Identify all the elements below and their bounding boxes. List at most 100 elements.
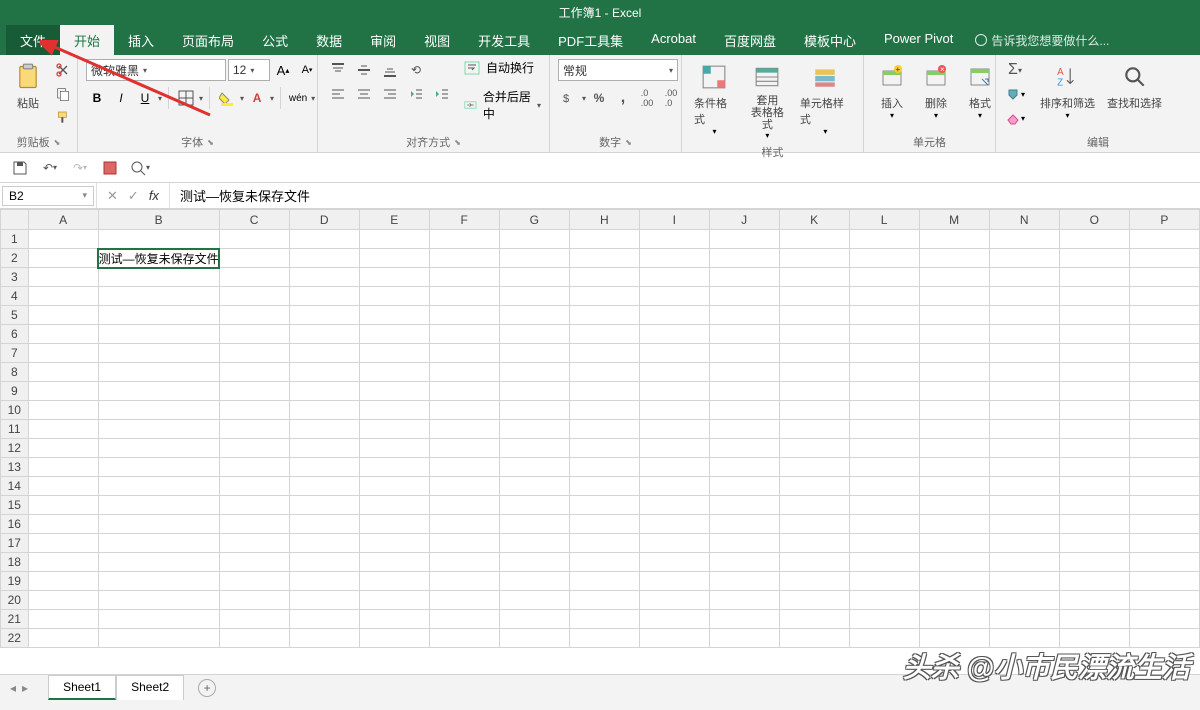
cell-I19[interactable] [639, 572, 709, 591]
cell-O15[interactable] [1059, 496, 1129, 515]
cell-F11[interactable] [429, 420, 499, 439]
cell-F9[interactable] [429, 382, 499, 401]
cell-F14[interactable] [429, 477, 499, 496]
cell-L18[interactable] [849, 553, 919, 572]
cell-E16[interactable] [359, 515, 429, 534]
cell-A11[interactable] [28, 420, 98, 439]
row-header-13[interactable]: 13 [1, 458, 29, 477]
delete-cells-button[interactable]: ×删除▾ [916, 59, 956, 122]
tab-Power Pivot[interactable]: Power Pivot [870, 25, 967, 56]
cell-D15[interactable] [289, 496, 359, 515]
cell-J22[interactable] [709, 629, 779, 648]
cell-B5[interactable] [98, 306, 219, 325]
cell-N5[interactable] [989, 306, 1059, 325]
row-header-8[interactable]: 8 [1, 363, 29, 382]
col-header-J[interactable]: J [709, 210, 779, 230]
dialog-launcher-icon[interactable]: ⬊ [54, 138, 61, 147]
cell-I1[interactable] [639, 230, 709, 249]
cell-C12[interactable] [219, 439, 289, 458]
formula-input[interactable]: 测试—恢复未保存文件 [170, 186, 1200, 205]
row-header-2[interactable]: 2 [1, 249, 29, 268]
cell-F16[interactable] [429, 515, 499, 534]
cell-M9[interactable] [919, 382, 989, 401]
cell-A17[interactable] [28, 534, 98, 553]
cell-G20[interactable] [499, 591, 569, 610]
col-header-E[interactable]: E [359, 210, 429, 230]
cell-K13[interactable] [779, 458, 849, 477]
cell-B9[interactable] [98, 382, 219, 401]
cell-G13[interactable] [499, 458, 569, 477]
cell-O14[interactable] [1059, 477, 1129, 496]
cell-P14[interactable] [1129, 477, 1199, 496]
cell-C10[interactable] [219, 401, 289, 420]
tab-插入[interactable]: 插入 [114, 25, 168, 56]
cell-D7[interactable] [289, 344, 359, 363]
cell-I15[interactable] [639, 496, 709, 515]
cell-N2[interactable] [989, 249, 1059, 268]
cell-H21[interactable] [569, 610, 639, 629]
cell-M5[interactable] [919, 306, 989, 325]
cell-M6[interactable] [919, 325, 989, 344]
col-header-K[interactable]: K [779, 210, 849, 230]
align-top-button[interactable] [326, 59, 350, 81]
row-header-15[interactable]: 15 [1, 496, 29, 515]
spreadsheet-grid[interactable]: ABCDEFGHIJKLMNOP12测试—恢复未保存文件345678910111… [0, 209, 1200, 674]
cell-M3[interactable] [919, 268, 989, 287]
dialog-launcher-icon[interactable]: ⬊ [625, 138, 632, 147]
cell-J10[interactable] [709, 401, 779, 420]
cell-E14[interactable] [359, 477, 429, 496]
cell-L6[interactable] [849, 325, 919, 344]
cell-D4[interactable] [289, 287, 359, 306]
cell-G7[interactable] [499, 344, 569, 363]
cell-K22[interactable] [779, 629, 849, 648]
cell-B3[interactable] [98, 268, 219, 287]
cell-L11[interactable] [849, 420, 919, 439]
cell-G11[interactable] [499, 420, 569, 439]
cell-O9[interactable] [1059, 382, 1129, 401]
italic-button[interactable]: I [110, 87, 132, 109]
cell-H5[interactable] [569, 306, 639, 325]
cell-E10[interactable] [359, 401, 429, 420]
cell-M21[interactable] [919, 610, 989, 629]
cell-N21[interactable] [989, 610, 1059, 629]
cell-G14[interactable] [499, 477, 569, 496]
cell-C6[interactable] [219, 325, 289, 344]
cell-A7[interactable] [28, 344, 98, 363]
cell-K20[interactable] [779, 591, 849, 610]
cell-K15[interactable] [779, 496, 849, 515]
cell-B21[interactable] [98, 610, 219, 629]
cell-B18[interactable] [98, 553, 219, 572]
cell-D17[interactable] [289, 534, 359, 553]
cell-K8[interactable] [779, 363, 849, 382]
fill-color-button[interactable] [216, 87, 238, 109]
cell-A22[interactable] [28, 629, 98, 648]
cell-N8[interactable] [989, 363, 1059, 382]
cell-G16[interactable] [499, 515, 569, 534]
col-header-N[interactable]: N [989, 210, 1059, 230]
cell-O11[interactable] [1059, 420, 1129, 439]
cell-D8[interactable] [289, 363, 359, 382]
cell-A6[interactable] [28, 325, 98, 344]
row-header-19[interactable]: 19 [1, 572, 29, 591]
cell-I4[interactable] [639, 287, 709, 306]
cell-F5[interactable] [429, 306, 499, 325]
cell-K3[interactable] [779, 268, 849, 287]
fx-button[interactable]: fx [149, 188, 159, 203]
cell-C21[interactable] [219, 610, 289, 629]
cell-K6[interactable] [779, 325, 849, 344]
cell-M11[interactable] [919, 420, 989, 439]
cell-I20[interactable] [639, 591, 709, 610]
cell-H10[interactable] [569, 401, 639, 420]
col-header-M[interactable]: M [919, 210, 989, 230]
cell-N14[interactable] [989, 477, 1059, 496]
cell-M22[interactable] [919, 629, 989, 648]
format-cells-button[interactable]: 格式▾ [960, 59, 1000, 122]
col-header-B[interactable]: B [98, 210, 219, 230]
cell-C7[interactable] [219, 344, 289, 363]
cell-G1[interactable] [499, 230, 569, 249]
cell-J17[interactable] [709, 534, 779, 553]
cell-E2[interactable] [359, 249, 429, 268]
cell-G22[interactable] [499, 629, 569, 648]
cell-E13[interactable] [359, 458, 429, 477]
cell-I5[interactable] [639, 306, 709, 325]
